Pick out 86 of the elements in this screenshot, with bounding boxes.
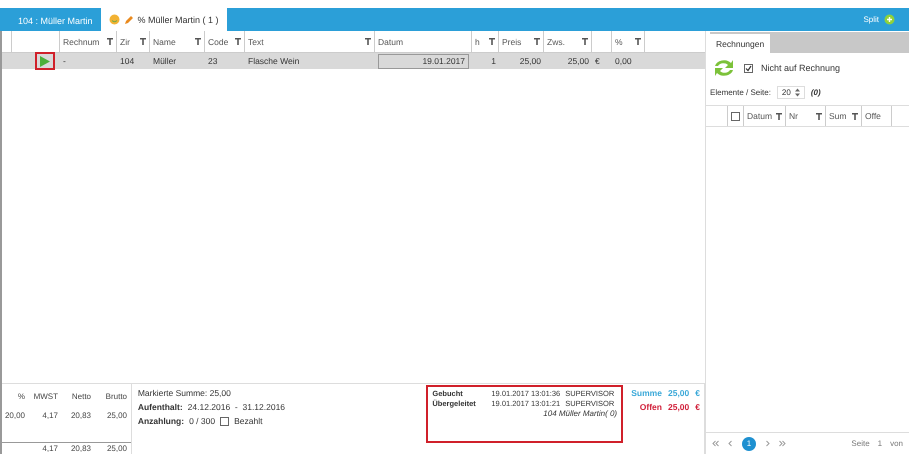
column-header[interactable]: Zir — [120, 36, 130, 46]
last-page-icon[interactable] — [779, 440, 786, 447]
page-label: Seite — [851, 439, 870, 448]
smiley-icon — [108, 14, 120, 25]
column-header[interactable]: % — [615, 36, 623, 46]
table-cell-text: Müller — [152, 55, 178, 68]
column-header[interactable]: Text — [248, 36, 264, 46]
paid-label: Bezahlt — [234, 416, 262, 426]
currency-label: € — [695, 388, 700, 398]
deposit-value: 0 / 300 — [189, 416, 216, 426]
tax-column-header: Brutto — [104, 392, 128, 400]
pencil-icon — [124, 14, 134, 24]
table-cell-text: 1 — [490, 55, 497, 68]
sum-label: Offen — [640, 402, 662, 412]
of-label: von — [890, 439, 903, 448]
filter-icon[interactable] — [776, 112, 782, 120]
column-header[interactable]: Preis — [502, 36, 522, 46]
filter-icon[interactable] — [107, 38, 113, 45]
filter-icon[interactable] — [365, 38, 371, 45]
filter-icon[interactable] — [489, 38, 495, 45]
next-page-icon[interactable] — [764, 440, 771, 447]
filter-icon[interactable] — [635, 38, 641, 45]
tax-column-header: MWST — [32, 392, 59, 400]
column-header[interactable]: Zws. — [547, 36, 565, 46]
table-cell-text: 25,00 — [566, 55, 590, 68]
column-header[interactable]: Nr — [789, 111, 798, 121]
spinner-arrows-icon[interactable] — [794, 88, 800, 96]
tax-total: 20,83 — [70, 444, 92, 453]
column-header[interactable]: Sum — [829, 111, 846, 121]
filter-icon[interactable] — [816, 112, 822, 120]
per-page-spinner[interactable]: 20 — [776, 86, 805, 98]
stay-label: Aufenthalt: — [138, 402, 183, 412]
previous-page-icon[interactable] — [727, 440, 734, 447]
tax-column-header: Netto — [70, 392, 92, 400]
tax-cell-text: 25,00 — [106, 410, 128, 420]
sum-value: 25,00 — [668, 388, 690, 398]
sum-label: Summe — [631, 388, 662, 398]
filter-icon[interactable] — [582, 38, 588, 45]
item-count: (0) — [810, 88, 821, 96]
plus-circle-icon[interactable] — [884, 14, 895, 25]
not-on-invoice-label: Nicht auf Rechnung — [761, 63, 840, 73]
column-header[interactable]: Datum — [378, 36, 404, 46]
column-header[interactable]: Rechnum — [63, 36, 100, 46]
split-label: Split — [863, 15, 879, 24]
stay-dates: 24.12.2016 - 31.12.2016 — [188, 402, 286, 412]
select-all-checkbox[interactable] — [731, 112, 740, 120]
table-cell-text: - — [62, 55, 67, 68]
tax-cell-text: 20,83 — [70, 410, 92, 420]
column-header[interactable]: Datum — [747, 111, 772, 121]
tax-cell-text: 4,17 — [41, 410, 59, 420]
play-button[interactable] — [35, 52, 55, 70]
grid-row[interactable]: - 104 Müller 23 Flasche Wein 19.01.2017 1 25,00 25,00 € 0,00 — [2, 53, 705, 69]
currency-label: € — [695, 402, 700, 412]
column-header[interactable]: h — [475, 36, 480, 46]
per-page-label: Elemente / Seite: — [710, 88, 771, 96]
filter-icon[interactable] — [235, 38, 241, 45]
tax-total: 4,17 — [41, 444, 59, 453]
table-cell-text: 0,00 — [614, 55, 633, 68]
date-field[interactable]: 19.01.2017 — [378, 54, 469, 68]
not-on-invoice-checkbox[interactable] — [744, 64, 753, 72]
deposit-label: Anzahlung: — [138, 416, 184, 426]
booking-note: 104 Müller Martin( 0) — [542, 409, 618, 418]
table-cell-text: 104 — [119, 55, 136, 68]
first-page-icon[interactable] — [712, 440, 719, 447]
paid-checkbox[interactable] — [220, 416, 230, 426]
page-value: 1 — [878, 439, 882, 448]
table-cell-text: 23 — [207, 55, 218, 68]
play-icon — [40, 56, 50, 66]
filter-icon[interactable] — [195, 38, 201, 45]
column-header[interactable]: Name — [153, 36, 176, 46]
tax-total: 25,00 — [106, 444, 128, 453]
sum-value: 25,00 — [668, 402, 690, 412]
table-cell-text: € — [594, 55, 601, 68]
column-header[interactable]: Code — [208, 36, 228, 46]
table-cell-text: Flasche Wein — [247, 55, 300, 68]
tax-cell-text: 20,00 — [4, 410, 26, 420]
page-number[interactable]: 1 — [742, 436, 756, 450]
column-header[interactable]: Offe — [865, 111, 881, 121]
document-tab[interactable]: % Müller Martin ( 1 ) — [100, 8, 227, 31]
filter-icon[interactable] — [534, 38, 540, 45]
filter-icon[interactable] — [852, 112, 858, 120]
invoices-tab[interactable]: Rechnungen — [710, 34, 770, 53]
filter-icon[interactable] — [140, 38, 146, 45]
marked-sum: Markierte Summe: 25,00 — [138, 388, 231, 398]
table-cell-text: 25,00 — [518, 55, 542, 68]
tax-column-header: % — [16, 392, 26, 400]
